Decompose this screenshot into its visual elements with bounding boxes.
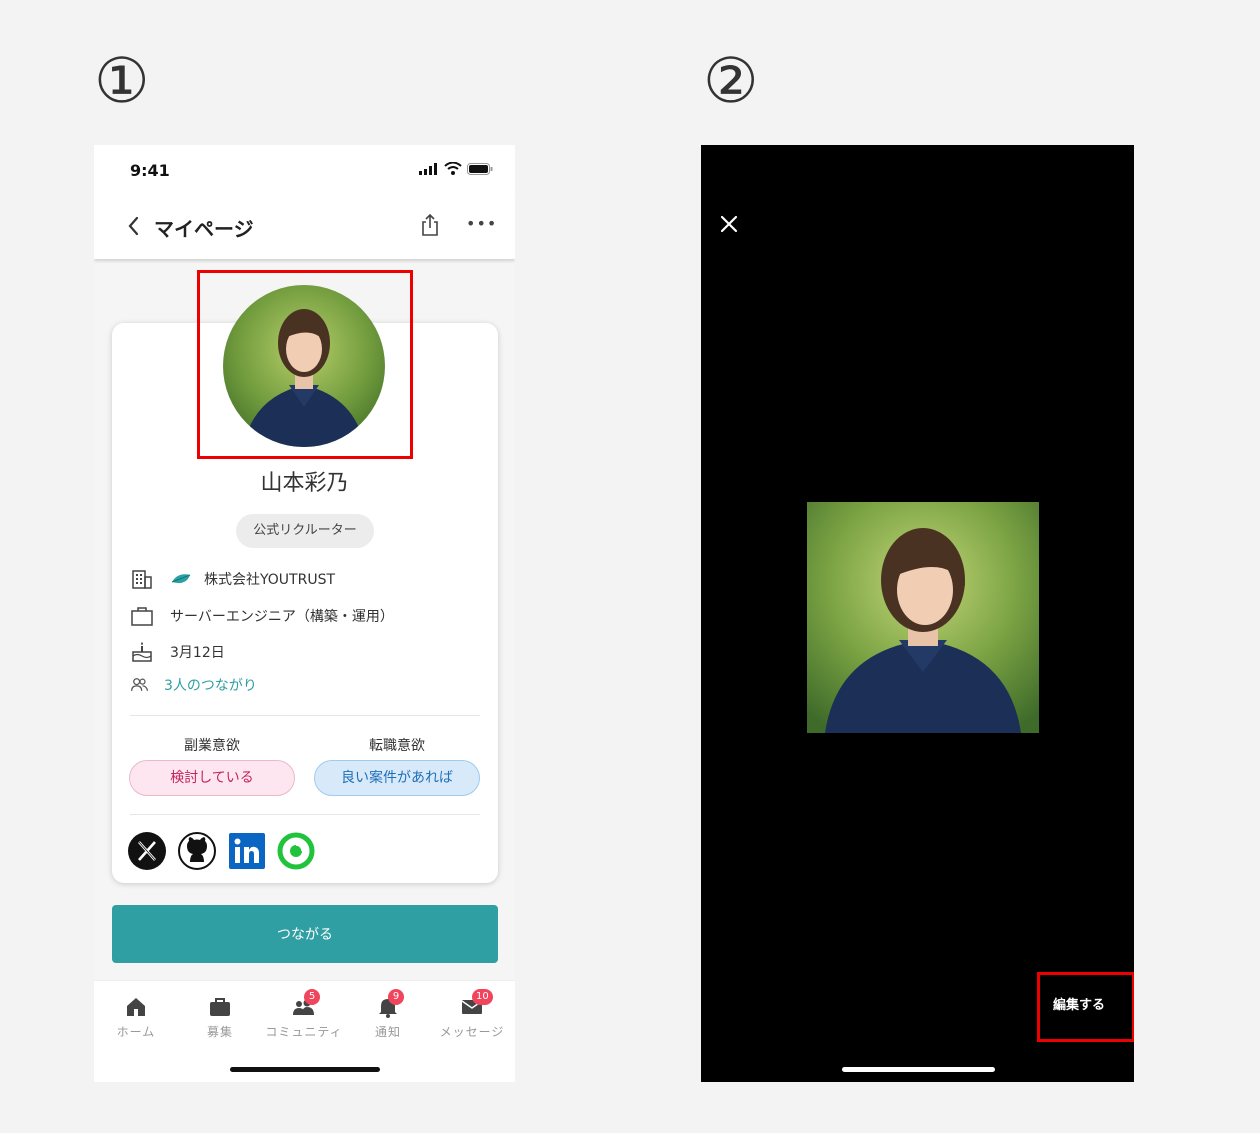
tab-label: 通知 (374, 1025, 401, 1039)
profile-screen: 9:41 マイページ ••• 山本彩乃 公式リクルーター 株式会社YOUTRUS… (94, 145, 515, 1082)
page-title: マイページ (154, 217, 254, 241)
back-arrow-icon[interactable] (124, 213, 144, 239)
building-icon (132, 570, 152, 589)
more-icon[interactable]: ••• (466, 214, 497, 233)
battery-icon (467, 163, 493, 175)
github-icon[interactable] (178, 832, 216, 870)
company-name[interactable]: 株式会社YOUTRUST (204, 569, 335, 589)
linkedin-icon[interactable] (228, 832, 266, 870)
connections-row[interactable]: 3人のつながり (130, 675, 257, 695)
notification-badge: 10 (472, 989, 493, 1005)
people-icon (131, 678, 149, 691)
tab-messages[interactable]: 10 メッセージ (430, 989, 514, 1040)
photo-viewer-screen: 編集する (701, 145, 1134, 1082)
tab-community[interactable]: 5 コミュニティ (262, 989, 346, 1040)
home-icon (127, 998, 145, 1016)
step-number-1: ① (94, 44, 150, 117)
job-change-pill: 良い案件があれば (314, 760, 480, 796)
status-time: 9:41 (130, 161, 170, 180)
tab-recruit[interactable]: 募集 (178, 995, 262, 1040)
birthday: 3月12日 (170, 645, 225, 661)
close-icon[interactable] (719, 214, 739, 234)
tab-home[interactable]: ホーム (94, 995, 178, 1040)
home-indicator (230, 1067, 380, 1072)
divider (130, 715, 480, 716)
divider (130, 814, 480, 815)
status-bar: 9:41 (94, 145, 515, 195)
tab-label: ホーム (116, 1025, 156, 1039)
connect-button[interactable]: つながる (112, 905, 498, 963)
side-job-label: 副業意欲 (184, 738, 240, 754)
position-title: サーバーエンジニア（構築・運用） (170, 609, 394, 625)
share-icon[interactable] (420, 213, 440, 237)
tab-label: コミュニティ (265, 1025, 343, 1039)
step-number-2: ② (703, 44, 759, 117)
job-change-label: 転職意欲 (369, 738, 425, 754)
cake-icon (132, 642, 152, 662)
side-job-pill: 検討している (129, 760, 295, 796)
company-logo-icon (171, 574, 191, 584)
role-badge: 公式リクルーター (236, 514, 374, 548)
tab-label: 募集 (206, 1025, 233, 1039)
edit-highlight (1037, 972, 1134, 1042)
wifi-icon (444, 162, 462, 175)
wantedly-icon[interactable] (277, 832, 315, 870)
signal-icon (419, 163, 437, 175)
x-icon[interactable] (128, 832, 166, 870)
company-row: 株式会社YOUTRUST (130, 567, 335, 591)
status-icons (419, 162, 493, 175)
home-indicator (842, 1067, 995, 1072)
notification-badge: 9 (388, 989, 404, 1005)
tab-notifications[interactable]: 9 通知 (346, 989, 430, 1040)
position-row: サーバーエンジニア（構築・運用） (130, 604, 394, 628)
nav-bar: マイページ ••• (94, 195, 515, 259)
connections-link[interactable]: 3人のつながり (164, 675, 257, 695)
tab-label: メッセージ (439, 1025, 505, 1039)
avatar-highlight (197, 270, 413, 459)
birthday-row: 3月12日 (130, 640, 225, 664)
profile-photo-large (807, 502, 1039, 733)
notification-badge: 5 (304, 989, 320, 1005)
profile-photo (807, 502, 1039, 733)
briefcase-icon (210, 998, 230, 1016)
briefcase-icon (131, 607, 153, 626)
profile-name: 山本彩乃 (260, 471, 349, 496)
